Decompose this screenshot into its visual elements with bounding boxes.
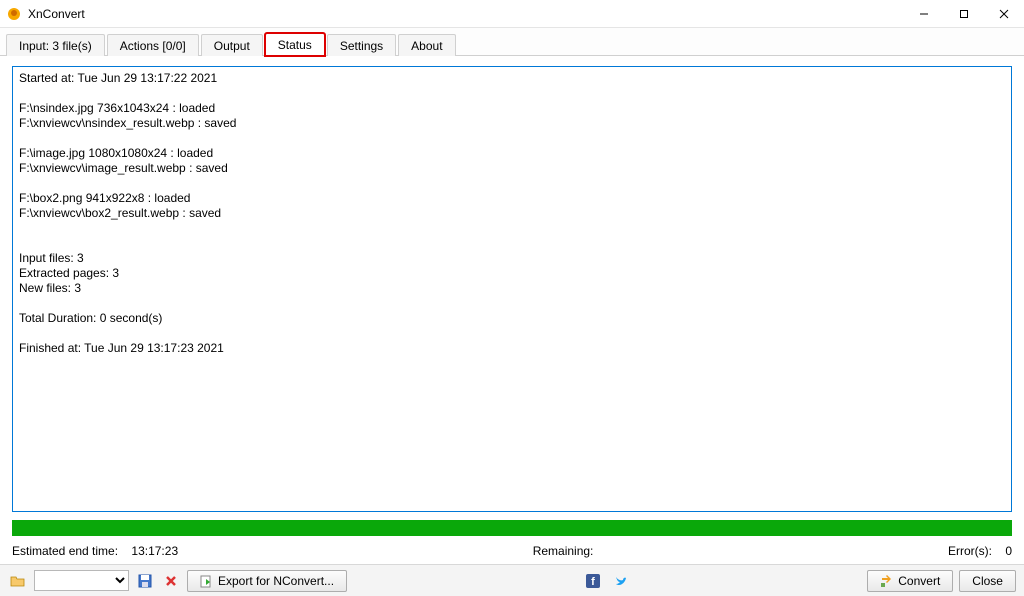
close-app-button[interactable]: Close bbox=[959, 570, 1016, 592]
window-controls bbox=[904, 0, 1024, 27]
delete-preset-button[interactable] bbox=[161, 571, 181, 591]
tab-status[interactable]: Status bbox=[265, 33, 325, 56]
status-row: Estimated end time: 13:17:23 Remaining: … bbox=[12, 544, 1012, 558]
convert-button[interactable]: Convert bbox=[867, 570, 953, 592]
maximize-button[interactable] bbox=[944, 0, 984, 27]
estimated-end-value: 13:17:23 bbox=[131, 544, 178, 558]
close-label: Close bbox=[972, 574, 1003, 588]
minimize-button[interactable] bbox=[904, 0, 944, 27]
folder-open-icon bbox=[10, 574, 26, 588]
twitter-link[interactable] bbox=[611, 571, 631, 591]
tab-input[interactable]: Input: 3 file(s) bbox=[6, 34, 105, 56]
convert-arrows-icon bbox=[880, 574, 894, 588]
tab-strip: Input: 3 file(s) Actions [0/0] Output St… bbox=[0, 28, 1024, 56]
errors-label: Error(s): bbox=[948, 544, 992, 558]
save-preset-button[interactable] bbox=[135, 571, 155, 591]
export-nconvert-button[interactable]: Export for NConvert... bbox=[187, 570, 347, 592]
tab-about[interactable]: About bbox=[398, 34, 455, 56]
app-icon bbox=[6, 6, 22, 22]
close-button[interactable] bbox=[984, 0, 1024, 27]
tab-actions[interactable]: Actions [0/0] bbox=[107, 34, 199, 56]
facebook-link[interactable]: f bbox=[583, 571, 603, 591]
progress-bar bbox=[12, 520, 1012, 536]
twitter-icon bbox=[614, 574, 628, 588]
save-icon bbox=[138, 574, 152, 588]
status-panel: Started at: Tue Jun 29 13:17:22 2021 F:\… bbox=[0, 56, 1024, 564]
preset-select[interactable] bbox=[34, 570, 129, 591]
delete-icon bbox=[164, 574, 178, 588]
script-export-icon bbox=[200, 574, 214, 588]
status-log[interactable]: Started at: Tue Jun 29 13:17:22 2021 F:\… bbox=[12, 66, 1012, 512]
svg-text:f: f bbox=[591, 576, 595, 588]
bottom-toolbar: Export for NConvert... f Convert Close bbox=[0, 564, 1024, 596]
open-preset-button[interactable] bbox=[8, 571, 28, 591]
convert-label: Convert bbox=[898, 574, 940, 588]
title-bar: XnConvert bbox=[0, 0, 1024, 28]
estimated-end-label: Estimated end time: bbox=[12, 544, 118, 558]
tab-settings[interactable]: Settings bbox=[327, 34, 396, 56]
tab-output[interactable]: Output bbox=[201, 34, 263, 56]
facebook-icon: f bbox=[586, 574, 600, 588]
window-title: XnConvert bbox=[28, 7, 904, 21]
export-nconvert-label: Export for NConvert... bbox=[218, 574, 334, 588]
errors-value: 0 bbox=[1005, 544, 1012, 558]
remaining-label: Remaining: bbox=[533, 544, 594, 558]
